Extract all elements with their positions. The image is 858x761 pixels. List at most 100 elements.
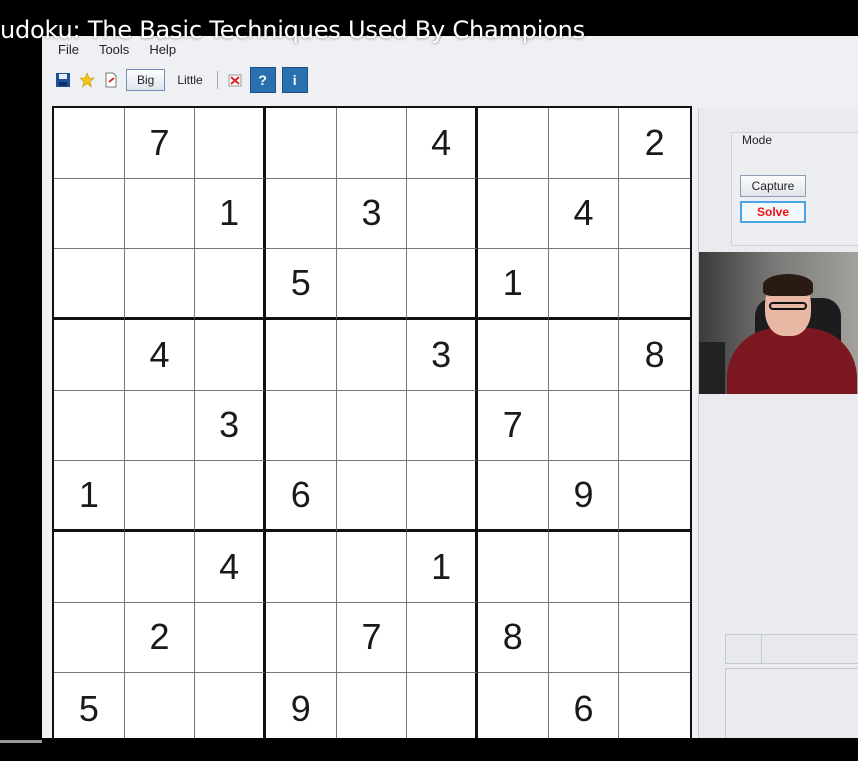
sudoku-cell-r8-c8[interactable] <box>548 602 620 674</box>
sudoku-cell-r8-c4[interactable] <box>265 602 337 674</box>
sudoku-cell-r6-c3[interactable] <box>195 461 266 532</box>
sudoku-cell-r4-c9[interactable]: 8 <box>619 319 690 391</box>
webcam-person-body <box>727 328 857 394</box>
sudoku-cell-r5-c6[interactable] <box>407 390 478 462</box>
sudoku-cell-r1-c6[interactable]: 4 <box>407 108 478 179</box>
sudoku-cell-r5-c3[interactable]: 3 <box>195 390 266 462</box>
sudoku-cell-r3-c2[interactable] <box>124 249 196 320</box>
sudoku-cell-r2-c1[interactable] <box>54 178 125 250</box>
sudoku-cell-r1-c7[interactable] <box>477 108 549 179</box>
info-button[interactable]: i <box>281 67 308 93</box>
sudoku-cell-r5-c7[interactable]: 7 <box>477 390 549 462</box>
sudoku-cell-r9-c1[interactable]: 5 <box>54 673 125 744</box>
sudoku-cell-r9-c9[interactable] <box>619 673 690 744</box>
sudoku-cell-r2-c5[interactable]: 3 <box>336 178 408 250</box>
sudoku-cell-r9-c5[interactable] <box>336 673 408 744</box>
webcam-person-glasses <box>769 302 807 310</box>
sudoku-cell-r7-c3[interactable]: 4 <box>195 531 266 603</box>
sudoku-cell-r9-c2[interactable] <box>124 673 196 744</box>
sudoku-cell-r5-c9[interactable] <box>619 390 690 462</box>
sudoku-cell-r4-c4[interactable] <box>265 319 337 391</box>
document-icon[interactable] <box>102 71 120 89</box>
sudoku-cell-r1-c2[interactable]: 7 <box>124 108 196 179</box>
sudoku-cell-r4-c7[interactable] <box>477 319 549 391</box>
sudoku-cell-r3-c3[interactable] <box>195 249 266 320</box>
menu-file[interactable]: File <box>58 42 79 57</box>
sudoku-cell-r3-c1[interactable] <box>54 249 125 320</box>
sudoku-cell-r8-c1[interactable] <box>54 602 125 674</box>
sudoku-cell-r2-c9[interactable] <box>619 178 690 250</box>
sudoku-cell-r2-c4[interactable] <box>265 178 337 250</box>
little-button[interactable]: Little <box>171 73 208 87</box>
sudoku-cell-r3-c9[interactable] <box>619 249 690 320</box>
sudoku-cell-r1-c1[interactable] <box>54 108 125 179</box>
sudoku-cell-r4-c5[interactable] <box>336 319 408 391</box>
sudoku-cell-r3-c5[interactable] <box>336 249 408 320</box>
sudoku-cell-r3-c4[interactable]: 5 <box>265 249 337 320</box>
clear-icon[interactable] <box>226 71 244 89</box>
sudoku-cell-r3-c7[interactable]: 1 <box>477 249 549 320</box>
sudoku-cell-r7-c6[interactable]: 1 <box>407 531 478 603</box>
sudoku-cell-r2-c2[interactable] <box>124 178 196 250</box>
sudoku-cell-r8-c3[interactable] <box>195 602 266 674</box>
sudoku-cell-r4-c2[interactable]: 4 <box>124 319 196 391</box>
big-button[interactable]: Big <box>126 69 166 91</box>
sudoku-cell-r1-c3[interactable] <box>195 108 266 179</box>
sudoku-cell-r8-c9[interactable] <box>619 602 690 674</box>
sudoku-cell-r6-c5[interactable] <box>336 461 408 532</box>
sudoku-cell-r7-c2[interactable] <box>124 531 196 603</box>
sudoku-cell-r1-c4[interactable] <box>265 108 337 179</box>
sudoku-cell-r2-c7[interactable] <box>477 178 549 250</box>
capture-button[interactable]: Capture <box>740 175 806 197</box>
sudoku-cell-r5-c2[interactable] <box>124 390 196 462</box>
sudoku-cell-r2-c6[interactable] <box>407 178 478 250</box>
sudoku-cell-r7-c9[interactable] <box>619 531 690 603</box>
sudoku-cell-r4-c8[interactable] <box>548 319 620 391</box>
sudoku-cell-r6-c1[interactable]: 1 <box>54 461 125 532</box>
sudoku-cell-r6-c2[interactable] <box>124 461 196 532</box>
sudoku-cell-r5-c1[interactable] <box>54 390 125 462</box>
sudoku-cell-r4-c6[interactable]: 3 <box>407 319 478 391</box>
sudoku-cell-r7-c1[interactable] <box>54 531 125 603</box>
sudoku-cell-r7-c8[interactable] <box>548 531 620 603</box>
sudoku-cell-r9-c3[interactable] <box>195 673 266 744</box>
menu-tools[interactable]: Tools <box>99 42 129 57</box>
sudoku-cell-r9-c8[interactable]: 6 <box>548 673 620 744</box>
sudoku-cell-r6-c6[interactable] <box>407 461 478 532</box>
sudoku-cell-r9-c6[interactable] <box>407 673 478 744</box>
sudoku-cell-r4-c3[interactable] <box>195 319 266 391</box>
video-progress-bar[interactable] <box>0 740 42 743</box>
sudoku-cell-r7-c5[interactable] <box>336 531 408 603</box>
mode-group: Mode Capture Solve <box>731 132 858 246</box>
sudoku-cell-r9-c4[interactable]: 9 <box>265 673 337 744</box>
sudoku-cell-r6-c8[interactable]: 9 <box>548 461 620 532</box>
sudoku-cell-r8-c2[interactable]: 2 <box>124 602 196 674</box>
sudoku-cell-r6-c7[interactable] <box>477 461 549 532</box>
star-icon[interactable] <box>78 71 96 89</box>
sudoku-cell-r7-c4[interactable] <box>265 531 337 603</box>
sudoku-cell-r4-c1[interactable] <box>54 319 125 391</box>
sudoku-cell-r2-c3[interactable]: 1 <box>195 178 266 250</box>
sudoku-cell-r1-c8[interactable] <box>548 108 620 179</box>
sudoku-cell-r3-c8[interactable] <box>548 249 620 320</box>
sudoku-cell-r5-c5[interactable] <box>336 390 408 462</box>
sudoku-cell-r8-c5[interactable]: 7 <box>336 602 408 674</box>
sudoku-cell-r3-c6[interactable] <box>407 249 478 320</box>
sudoku-cell-r1-c5[interactable] <box>336 108 408 179</box>
webcam-background-shadow <box>699 342 725 394</box>
sudoku-cell-r1-c9[interactable]: 2 <box>619 108 690 179</box>
sudoku-cell-r6-c9[interactable] <box>619 461 690 532</box>
floppy-save-icon[interactable] <box>54 71 72 89</box>
sudoku-cell-r5-c8[interactable] <box>548 390 620 462</box>
sudoku-cell-r9-c7[interactable] <box>477 673 549 744</box>
solve-button[interactable]: Solve <box>740 201 806 223</box>
sudoku-cell-r5-c4[interactable] <box>265 390 337 462</box>
sudoku-cell-r2-c8[interactable]: 4 <box>548 178 620 250</box>
sudoku-cell-r8-c6[interactable] <box>407 602 478 674</box>
sudoku-cell-r8-c7[interactable]: 8 <box>477 602 549 674</box>
menu-bar: File Tools Help <box>58 42 176 57</box>
sudoku-cell-r7-c7[interactable] <box>477 531 549 603</box>
menu-help[interactable]: Help <box>149 42 176 57</box>
sudoku-cell-r6-c4[interactable]: 6 <box>265 461 337 532</box>
help-button[interactable]: ? <box>249 67 276 93</box>
